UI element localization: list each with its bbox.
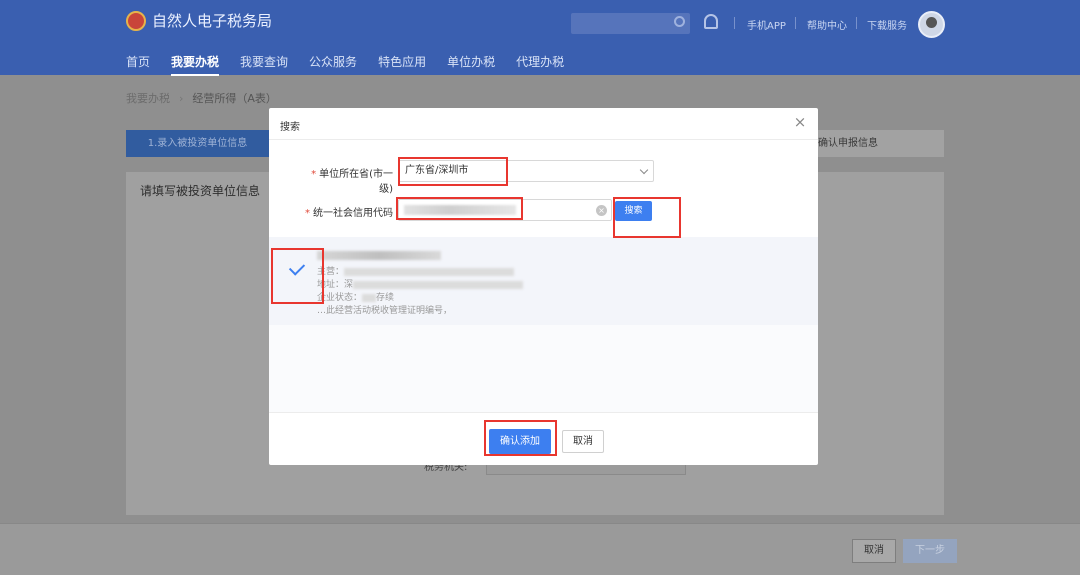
annotation-box (613, 197, 681, 238)
region-label-text: 单位所在省(市一级) (319, 169, 393, 195)
search-icon[interactable] (674, 16, 685, 27)
credit-code-label-text: 统一社会信用代码 (313, 208, 393, 219)
nav-item-tax-handling[interactable]: 我要办税 (171, 53, 219, 76)
breadcrumb-parent[interactable]: 我要办税 (126, 92, 170, 105)
breadcrumb-current: 经营所得（A表） (192, 92, 277, 105)
mobile-app-link[interactable]: 手机APP (747, 17, 786, 32)
credit-code-label: * 统一社会信用代码 (299, 204, 393, 219)
search-results: 主营： 地址：深 企业状态： 存续 …此经营活动税收管理证明编号， (269, 237, 818, 412)
modal-header: 搜索 × (269, 108, 818, 140)
nav-item-agent-tax[interactable]: 代理办税 (516, 53, 564, 76)
top-header: 自然人电子税务局 手机APP 帮助中心 下载服务 首页 我要办税 我要查询 公众… (0, 0, 1080, 75)
avatar[interactable] (918, 11, 945, 38)
footer-cancel-button[interactable]: 取消 (852, 539, 896, 563)
redacted-company-name (317, 251, 441, 260)
divider (795, 17, 796, 29)
redacted-text (344, 267, 515, 276)
close-icon[interactable]: × (792, 114, 808, 130)
main-nav: 首页 我要办税 我要查询 公众服务 特色应用 单位办税 代理办税 (126, 53, 585, 76)
download-link[interactable]: 下载服务 (867, 17, 907, 32)
nav-item-home[interactable]: 首页 (126, 53, 150, 76)
footer-next-button[interactable]: 下一步 (903, 539, 957, 563)
required-mark: * (305, 208, 310, 219)
nav-item-unit-tax[interactable]: 单位办税 (447, 53, 495, 76)
annotation-box (484, 420, 557, 456)
step-1: 1.录入被投资单位信息 (126, 130, 269, 157)
annotation-box (271, 248, 324, 304)
modal-cancel-button[interactable]: 取消 (562, 430, 604, 453)
help-center-link[interactable]: 帮助中心 (807, 17, 847, 32)
redacted-text (353, 280, 524, 289)
chevron-down-icon[interactable] (639, 165, 649, 175)
result-address: 地址：深 (317, 277, 524, 290)
result-status: 企业状态： 存续 (317, 293, 395, 303)
panel-title: 请填写被投资单位信息 (140, 184, 261, 198)
divider (734, 17, 735, 29)
nav-item-query[interactable]: 我要查询 (240, 53, 288, 76)
search-modal: 搜索 × * 单位所在省(市一级) 广东省/深圳市 * 统一社会信用代码 × 搜索 … (269, 108, 818, 465)
bell-icon[interactable] (704, 14, 718, 29)
breadcrumb: 我要办税 › 经营所得（A表） (126, 90, 277, 106)
required-mark: * (311, 169, 317, 180)
site-logo[interactable]: 自然人电子税务局 (126, 10, 272, 31)
site-title: 自然人电子税务局 (152, 12, 273, 30)
top-search-input[interactable] (571, 13, 690, 34)
result-item[interactable]: 主营： 地址：深 企业状态： 存续 …此经营活动税收管理证明编号， (269, 237, 818, 325)
national-emblem-icon (126, 10, 146, 31)
redacted-text (362, 293, 377, 302)
annotation-box (398, 157, 508, 186)
clear-icon[interactable]: × (596, 205, 607, 216)
region-label: * 单位所在省(市一级) (299, 165, 393, 195)
modal-title: 搜索 (280, 122, 300, 133)
nav-item-featured[interactable]: 特色应用 (378, 53, 426, 76)
result-permit: …此经营活动税收管理证明编号， (317, 306, 453, 316)
nav-item-public-service[interactable]: 公众服务 (309, 53, 357, 76)
result-business: 主营： (317, 264, 515, 277)
chevron-right-icon: › (179, 92, 184, 105)
divider (856, 17, 857, 29)
step-3: 确认申报信息 (818, 138, 878, 149)
footer-bar: 取消 下一步 (0, 523, 1080, 575)
annotation-box (396, 197, 523, 220)
